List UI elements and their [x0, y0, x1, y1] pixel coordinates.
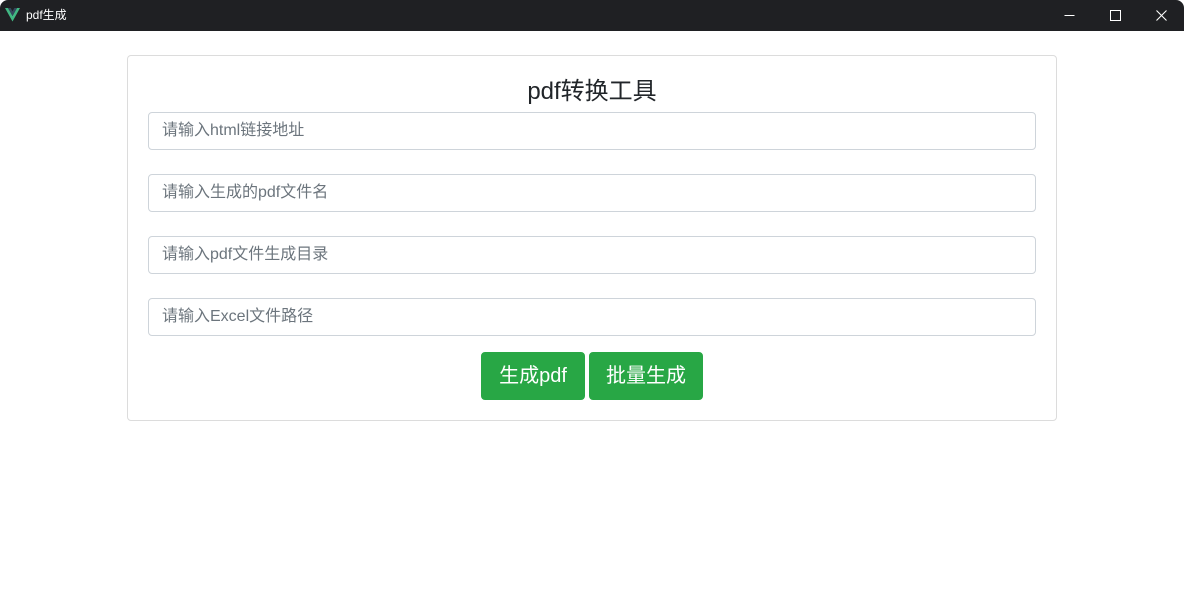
title-bar: pdf生成 — [0, 0, 1184, 31]
close-button[interactable] — [1138, 0, 1184, 31]
output-directory-input[interactable] — [148, 236, 1036, 274]
html-url-input[interactable] — [148, 112, 1036, 150]
window-title: pdf生成 — [26, 8, 67, 22]
close-icon — [1155, 10, 1167, 21]
minimize-button[interactable] — [1046, 0, 1092, 31]
maximize-button[interactable] — [1092, 0, 1138, 31]
maximize-icon — [1109, 10, 1121, 21]
vue-logo-icon — [5, 8, 20, 22]
pdf-filename-input[interactable] — [148, 174, 1036, 212]
excel-path-input[interactable] — [148, 298, 1036, 336]
pdf-converter-card: pdf转换工具 生成pdf 批量生成 — [127, 55, 1057, 421]
page-title: pdf转换工具 — [527, 78, 657, 105]
generate-pdf-button[interactable]: 生成pdf — [481, 352, 585, 400]
app-window: pdf生成 pdf转换工具 生成pdf 批量生成 — [0, 0, 1184, 592]
batch-generate-button[interactable]: 批量生成 — [589, 352, 703, 400]
minimize-icon — [1064, 15, 1074, 16]
